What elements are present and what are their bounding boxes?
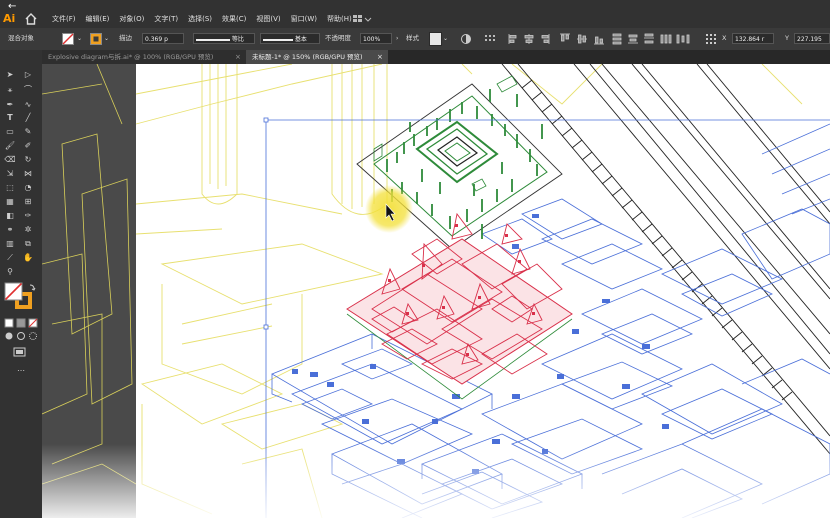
paintbrush-icon[interactable]: 🖌 [4,141,16,151]
illustrator-logo: Ai [3,12,16,25]
zoom-tool-icon[interactable]: ⚲ [4,267,16,277]
x-position-field[interactable]: 132.864 r [732,33,774,44]
free-transform-icon[interactable]: ⬚ [4,183,16,193]
tab-label: 未标题-1* @ 150% (RGB/GPU 预览) [252,53,363,61]
hand-tool-icon[interactable]: ✋ [22,253,34,263]
menu-file[interactable]: 文件(F) [52,14,76,24]
align-to-grid-icon[interactable] [484,33,500,45]
mesh-tool-icon[interactable]: ⊞ [22,197,34,207]
graphic-style-swatch[interactable] [429,32,442,46]
chevron-right-icon[interactable]: › [396,32,398,45]
style-label: 样式 [406,34,419,42]
chevron-down-icon[interactable]: ⌄ [443,32,448,45]
opacity-label: 不透明度 [325,34,351,42]
perspective-grid-icon[interactable]: ▦ [4,197,16,207]
type-tool-icon[interactable]: T [4,113,16,123]
close-icon[interactable]: × [235,50,241,64]
pencil-tool-icon[interactable]: ✎ [22,127,34,137]
menu-items: 文件(F) 编辑(E) 对象(O) 文字(T) 选择(S) 效果(C) 视图(V… [52,14,352,24]
recolor-artwork-icon[interactable] [460,33,472,45]
close-icon[interactable]: × [377,50,383,64]
fill-swatch[interactable] [62,33,74,45]
stroke-weight-field[interactable]: 0.369 p [142,33,184,44]
bottom-fade-overlay [42,444,830,518]
control-bar: 混合对象 ⌄ ⌄ 描边 0.369 p 等比 基本 不透明度 100% › 样式… [0,28,830,51]
screen-mode-icon[interactable] [12,346,28,358]
direct-selection-tool-icon[interactable]: ▷ [22,70,34,80]
artboard-tool-icon[interactable]: ⧉ [22,239,34,249]
blend-tool-icon[interactable]: ⚭ [4,225,16,235]
workspace-layout-icon[interactable] [352,13,372,25]
menu-type[interactable]: 文字(T) [154,14,178,24]
variable-width-profile[interactable]: 等比 [193,33,255,44]
color-mode-icons[interactable] [4,318,38,328]
y-position-field[interactable]: 227.195 [794,33,830,44]
chevron-down-icon[interactable]: ⌄ [77,32,82,45]
document-tabs: Explosive diagram与拆.ai* @ 100% (RGB/GPU … [42,50,830,64]
more-tools-icon[interactable]: ⋯ [15,366,27,376]
line-tool-icon[interactable]: ╱ [22,113,34,123]
pen-tool-icon[interactable]: ✒ [4,100,16,110]
curvature-tool-icon[interactable]: ∿ [22,100,34,110]
fill-stroke-swatches[interactable] [4,282,38,312]
menu-select[interactable]: 选择(S) [188,14,212,24]
artwork[interactable] [42,64,830,518]
arrow-left-icon[interactable]: ← [8,2,20,12]
drawing-modes-icon[interactable] [4,331,38,341]
transform-reference-icon[interactable] [705,33,717,45]
menu-bar: ← Ai 文件(F) 编辑(E) 对象(O) 文字(T) 选择(S) 效果(C)… [0,0,830,28]
brush-label: 基本 [294,36,307,43]
selection-tool-icon[interactable]: ➤ [4,70,16,80]
shape-builder-icon[interactable]: ◔ [22,183,34,193]
eraser-icon[interactable]: ⌫ [4,155,16,165]
lasso-icon[interactable]: ⌒ [22,85,34,95]
opacity-field[interactable]: 100% [360,33,392,44]
menu-window[interactable]: 窗口(W) [291,14,317,24]
scale-tool-icon[interactable]: ⇲ [4,169,16,179]
blob-brush-icon[interactable]: ✐ [22,141,34,151]
menu-effect[interactable]: 效果(C) [222,14,246,24]
rectangle-tool-icon[interactable]: ▭ [4,127,16,137]
selection-type-label: 混合对象 [8,34,34,42]
menu-help[interactable]: 帮助(H) [327,14,352,24]
stroke-swatch[interactable] [90,33,102,45]
chevron-down-icon[interactable]: ⌄ [104,32,109,45]
tab-untitled[interactable]: 未标题-1* @ 150% (RGB/GPU 预览) × [246,50,388,64]
stroke-weight-label: 描边 [119,34,132,42]
tools-panel: ➤ ▷ ⚹ ⌒ ✒ ∿ T ╱ ▭ ✎ 🖌 ✐ ⌫ ↻ ⇲ ⋈ ⬚ ◔ ▦ ⊞ … [0,50,43,518]
magic-wand-icon[interactable]: ⚹ [4,85,16,95]
rotate-tool-icon[interactable]: ↻ [22,155,34,165]
canvas[interactable] [42,64,830,518]
tab-label: Explosive diagram与拆.ai* @ 100% (RGB/GPU … [48,53,214,61]
symbol-sprayer-icon[interactable]: ✲ [22,225,34,235]
x-label: X [722,34,727,42]
menu-view[interactable]: 视图(V) [256,14,280,24]
column-graph-icon[interactable]: ▥ [4,239,16,249]
menu-edit[interactable]: 编辑(E) [86,14,110,24]
home-icon[interactable] [24,12,38,26]
eyedropper-icon[interactable]: ✑ [22,211,34,221]
menu-object[interactable]: 对象(O) [119,14,144,24]
brush-definition[interactable]: 基本 [260,33,320,44]
width-tool-icon[interactable]: ⋈ [22,169,34,179]
gradient-tool-icon[interactable]: ◧ [4,211,16,221]
y-label: Y [785,34,789,42]
align-buttons[interactable] [505,32,700,46]
slice-tool-icon[interactable]: ⟋ [4,253,16,263]
tab-explosive-diagram[interactable]: Explosive diagram与拆.ai* @ 100% (RGB/GPU … [42,50,246,64]
pasteboard-lines [42,64,137,485]
profile-label: 等比 [231,36,244,43]
